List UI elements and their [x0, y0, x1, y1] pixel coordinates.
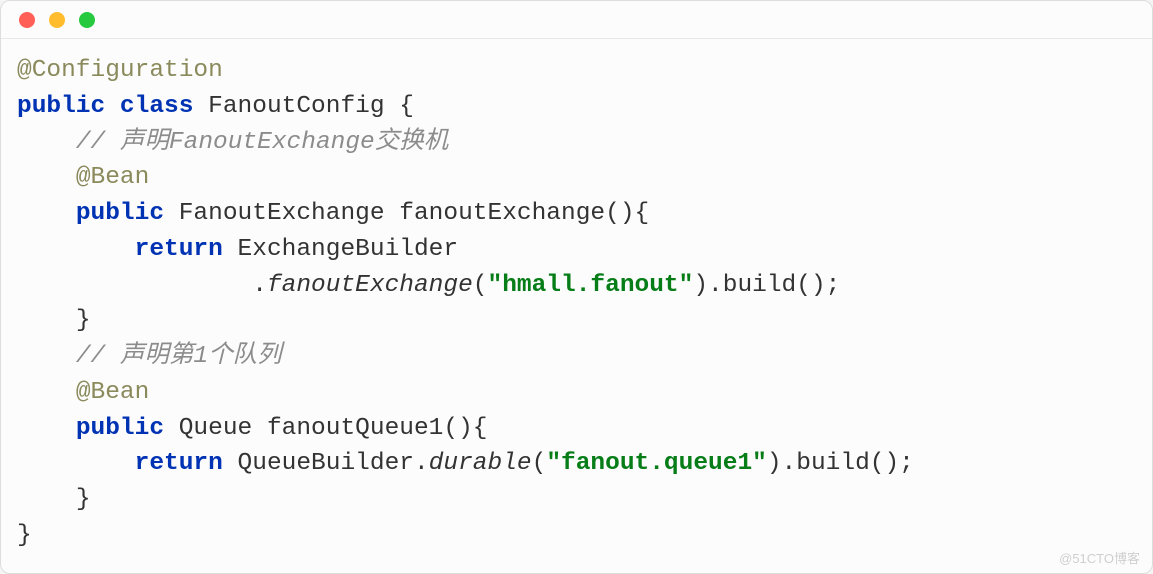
paren: (: [532, 450, 547, 477]
close-icon[interactable]: [19, 12, 35, 28]
string-literal: "fanout.queue1": [546, 450, 767, 477]
method-call: durable: [429, 450, 532, 477]
paren: (: [473, 272, 488, 299]
method-name: fanoutExchange: [399, 200, 605, 227]
annotation-configuration: @Configuration: [17, 57, 223, 84]
return-type: FanoutExchange: [179, 200, 385, 227]
brace: }: [76, 486, 91, 513]
method-name: fanoutQueue1: [267, 415, 443, 442]
keyword-public: public: [17, 93, 105, 120]
string-literal: "hmall.fanout": [488, 272, 694, 299]
paren-build: ).build();: [767, 450, 914, 477]
code-content: @Configuration public class FanoutConfig…: [1, 39, 1152, 568]
keyword-public: public: [76, 415, 164, 442]
return-type: Queue: [179, 415, 253, 442]
brace: }: [17, 522, 32, 549]
keyword-return: return: [135, 236, 223, 263]
class-name: FanoutConfig: [208, 93, 384, 120]
brace: (){: [605, 200, 649, 227]
watermark-text: @51CTO博客: [1059, 548, 1140, 567]
window-titlebar: [1, 1, 1152, 39]
annotation-bean: @Bean: [76, 379, 150, 406]
comment-line: // 声明第1个队列: [76, 343, 282, 370]
brace: }: [76, 307, 91, 334]
keyword-public: public: [76, 200, 164, 227]
minimize-icon[interactable]: [49, 12, 65, 28]
maximize-icon[interactable]: [79, 12, 95, 28]
dot: .: [414, 450, 429, 477]
builder-class: QueueBuilder: [238, 450, 414, 477]
brace: {: [385, 93, 414, 120]
brace: (){: [443, 415, 487, 442]
keyword-class: class: [120, 93, 194, 120]
method-call: fanoutExchange: [267, 272, 473, 299]
dot: .: [252, 272, 267, 299]
keyword-return: return: [135, 450, 223, 477]
annotation-bean: @Bean: [76, 164, 150, 191]
builder-class: ExchangeBuilder: [238, 236, 459, 263]
comment-line: // 声明FanoutExchange交换机: [76, 129, 448, 156]
code-window: @Configuration public class FanoutConfig…: [0, 0, 1153, 574]
paren-build: ).build();: [693, 272, 840, 299]
